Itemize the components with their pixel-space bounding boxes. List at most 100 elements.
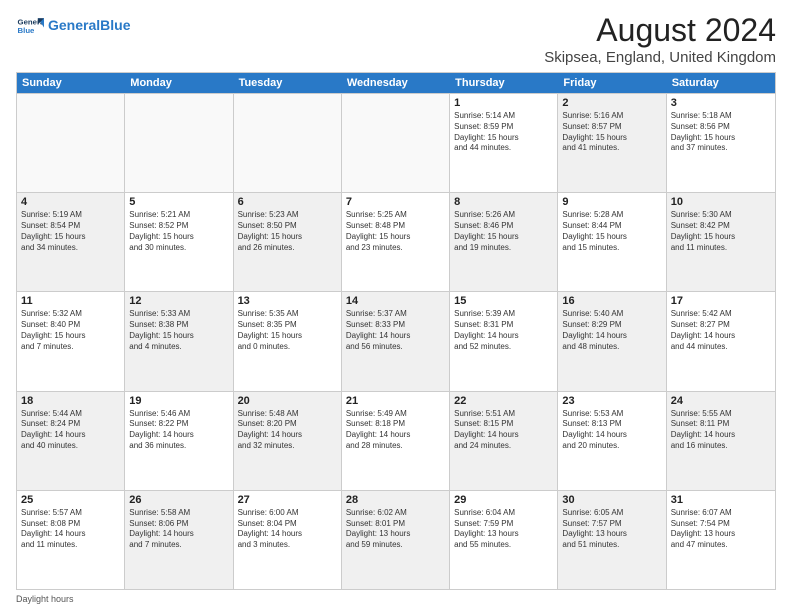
day-info: Sunrise: 5:53 AM Sunset: 8:13 PM Dayligh… xyxy=(562,409,661,452)
calendar-cell: 1 Sunrise: 5:14 AM Sunset: 8:59 PM Daylig… xyxy=(450,94,558,192)
page-subtitle: Skipsea, England, United Kingdom xyxy=(544,49,776,66)
day-info: Sunrise: 5:33 AM Sunset: 8:38 PM Dayligh… xyxy=(129,309,228,352)
calendar-cell: 28Sunrise: 6:02 AM Sunset: 8:01 PM Dayli… xyxy=(342,491,450,589)
calendar-cell: 18Sunrise: 5:44 AM Sunset: 8:24 PM Dayli… xyxy=(17,392,125,490)
day-number: 30 xyxy=(562,494,661,506)
day-info: Sunrise: 5:30 AM Sunset: 8:42 PM Dayligh… xyxy=(671,210,771,253)
day-number: 12 xyxy=(129,295,228,307)
calendar-header-cell: Sunday xyxy=(17,73,125,93)
calendar-cell: 25 Sunrise: 5:57 AM Sunset: 8:08 PM Dayli… xyxy=(17,491,125,589)
calendar-cell: 5 Sunrise: 5:21 AM Sunset: 8:52 PM Daylig… xyxy=(125,193,233,291)
day-number: 23 xyxy=(562,395,661,407)
calendar-row: 25 Sunrise: 5:57 AM Sunset: 8:08 PM Dayli… xyxy=(17,490,775,589)
day-info: Sunrise: 5:18 AM Sunset: 8:56 PM Dayligh… xyxy=(671,111,771,154)
calendar-cell: 27Sunrise: 6:00 AM Sunset: 8:04 PM Dayli… xyxy=(234,491,342,589)
calendar-cell xyxy=(234,94,342,192)
calendar-header-cell: Monday xyxy=(125,73,233,93)
day-number: 13 xyxy=(238,295,337,307)
day-number: 22 xyxy=(454,395,553,407)
calendar-header-cell: Saturday xyxy=(667,73,775,93)
calendar-cell xyxy=(17,94,125,192)
calendar-header-cell: Thursday xyxy=(450,73,558,93)
day-info: Sunrise: 5:55 AM Sunset: 8:11 PM Dayligh… xyxy=(671,409,771,452)
day-number: 19 xyxy=(129,395,228,407)
calendar-cell: 14 Sunrise: 5:37 AM Sunset: 8:33 PM Dayli… xyxy=(342,292,450,390)
calendar-cell: 16Sunrise: 5:40 AM Sunset: 8:29 PM Dayli… xyxy=(558,292,666,390)
calendar-cell: 22 Sunrise: 5:51 AM Sunset: 8:15 PM Dayli… xyxy=(450,392,558,490)
footer-note: Daylight hours xyxy=(16,594,776,604)
day-number: 20 xyxy=(238,395,337,407)
svg-text:Blue: Blue xyxy=(18,26,36,35)
day-info: Sunrise: 5:32 AM Sunset: 8:40 PM Dayligh… xyxy=(21,309,120,352)
day-info: Sunrise: 5:39 AM Sunset: 8:31 PM Dayligh… xyxy=(454,309,553,352)
day-number: 10 xyxy=(671,196,771,208)
calendar-cell: 30 Sunrise: 6:05 AM Sunset: 7:57 PM Dayli… xyxy=(558,491,666,589)
day-info: Sunrise: 6:02 AM Sunset: 8:01 PM Dayligh… xyxy=(346,508,445,551)
day-number: 5 xyxy=(129,196,228,208)
calendar-header-cell: Friday xyxy=(558,73,666,93)
calendar-cell: 24 Sunrise: 5:55 AM Sunset: 8:11 PM Dayli… xyxy=(667,392,775,490)
day-number: 31 xyxy=(671,494,771,506)
day-number: 7 xyxy=(346,196,445,208)
day-number: 16 xyxy=(562,295,661,307)
day-info: Sunrise: 5:14 AM Sunset: 8:59 PM Dayligh… xyxy=(454,111,553,154)
day-info: Sunrise: 5:26 AM Sunset: 8:46 PM Dayligh… xyxy=(454,210,553,253)
day-number: 25 xyxy=(21,494,120,506)
day-number: 14 xyxy=(346,295,445,307)
calendar-cell: 11 Sunrise: 5:32 AM Sunset: 8:40 PM Dayli… xyxy=(17,292,125,390)
day-number: 17 xyxy=(671,295,771,307)
calendar-cell xyxy=(342,94,450,192)
day-number: 29 xyxy=(454,494,553,506)
logo-line1: GeneralBlue xyxy=(48,18,130,33)
day-info: Sunrise: 5:35 AM Sunset: 8:35 PM Dayligh… xyxy=(238,309,337,352)
calendar-row: 1 Sunrise: 5:14 AM Sunset: 8:59 PM Daylig… xyxy=(17,93,775,192)
day-info: Sunrise: 6:05 AM Sunset: 7:57 PM Dayligh… xyxy=(562,508,661,551)
day-info: Sunrise: 5:16 AM Sunset: 8:57 PM Dayligh… xyxy=(562,111,661,154)
day-info: Sunrise: 5:49 AM Sunset: 8:18 PM Dayligh… xyxy=(346,409,445,452)
calendar-cell: 17 Sunrise: 5:42 AM Sunset: 8:27 PM Dayli… xyxy=(667,292,775,390)
calendar-cell: 10 Sunrise: 5:30 AM Sunset: 8:42 PM Dayli… xyxy=(667,193,775,291)
day-info: Sunrise: 5:25 AM Sunset: 8:48 PM Dayligh… xyxy=(346,210,445,253)
calendar: SundayMondayTuesdayWednesdayThursdayFrid… xyxy=(16,72,776,590)
calendar-cell: 26 Sunrise: 5:58 AM Sunset: 8:06 PM Dayli… xyxy=(125,491,233,589)
day-info: Sunrise: 6:04 AM Sunset: 7:59 PM Dayligh… xyxy=(454,508,553,551)
day-number: 21 xyxy=(346,395,445,407)
day-number: 8 xyxy=(454,196,553,208)
day-number: 15 xyxy=(454,295,553,307)
calendar-cell: 31Sunrise: 6:07 AM Sunset: 7:54 PM Dayli… xyxy=(667,491,775,589)
calendar-cell: 13 Sunrise: 5:35 AM Sunset: 8:35 PM Dayli… xyxy=(234,292,342,390)
page-title: August 2024 xyxy=(544,12,776,49)
day-number: 11 xyxy=(21,295,120,307)
day-info: Sunrise: 5:42 AM Sunset: 8:27 PM Dayligh… xyxy=(671,309,771,352)
day-info: Sunrise: 5:58 AM Sunset: 8:06 PM Dayligh… xyxy=(129,508,228,551)
day-number: 1 xyxy=(454,97,553,109)
day-number: 6 xyxy=(238,196,337,208)
day-info: Sunrise: 5:51 AM Sunset: 8:15 PM Dayligh… xyxy=(454,409,553,452)
day-info: Sunrise: 5:21 AM Sunset: 8:52 PM Dayligh… xyxy=(129,210,228,253)
calendar-cell: 12 Sunrise: 5:33 AM Sunset: 8:38 PM Dayli… xyxy=(125,292,233,390)
day-info: Sunrise: 5:37 AM Sunset: 8:33 PM Dayligh… xyxy=(346,309,445,352)
calendar-header: SundayMondayTuesdayWednesdayThursdayFrid… xyxy=(17,73,775,93)
day-number: 26 xyxy=(129,494,228,506)
day-info: Sunrise: 6:00 AM Sunset: 8:04 PM Dayligh… xyxy=(238,508,337,551)
calendar-cell: 29 Sunrise: 6:04 AM Sunset: 7:59 PM Dayli… xyxy=(450,491,558,589)
day-info: Sunrise: 5:23 AM Sunset: 8:50 PM Dayligh… xyxy=(238,210,337,253)
calendar-header-cell: Tuesday xyxy=(234,73,342,93)
day-number: 18 xyxy=(21,395,120,407)
day-info: Sunrise: 5:57 AM Sunset: 8:08 PM Dayligh… xyxy=(21,508,120,551)
calendar-cell: 6 Sunrise: 5:23 AM Sunset: 8:50 PM Daylig… xyxy=(234,193,342,291)
calendar-cell: 7 Sunrise: 5:25 AM Sunset: 8:48 PM Daylig… xyxy=(342,193,450,291)
calendar-cell xyxy=(125,94,233,192)
day-number: 24 xyxy=(671,395,771,407)
calendar-row: 18Sunrise: 5:44 AM Sunset: 8:24 PM Dayli… xyxy=(17,391,775,490)
day-info: Sunrise: 5:48 AM Sunset: 8:20 PM Dayligh… xyxy=(238,409,337,452)
calendar-cell: 19 Sunrise: 5:46 AM Sunset: 8:22 PM Dayli… xyxy=(125,392,233,490)
calendar-cell: 23 Sunrise: 5:53 AM Sunset: 8:13 PM Dayli… xyxy=(558,392,666,490)
calendar-body: 1 Sunrise: 5:14 AM Sunset: 8:59 PM Daylig… xyxy=(17,93,775,589)
calendar-row: 4Sunrise: 5:19 AM Sunset: 8:54 PM Daylig… xyxy=(17,192,775,291)
calendar-cell: 21 Sunrise: 5:49 AM Sunset: 8:18 PM Dayli… xyxy=(342,392,450,490)
day-info: Sunrise: 5:46 AM Sunset: 8:22 PM Dayligh… xyxy=(129,409,228,452)
calendar-cell: 4Sunrise: 5:19 AM Sunset: 8:54 PM Daylig… xyxy=(17,193,125,291)
calendar-cell: 8 Sunrise: 5:26 AM Sunset: 8:46 PM Daylig… xyxy=(450,193,558,291)
day-number: 9 xyxy=(562,196,661,208)
